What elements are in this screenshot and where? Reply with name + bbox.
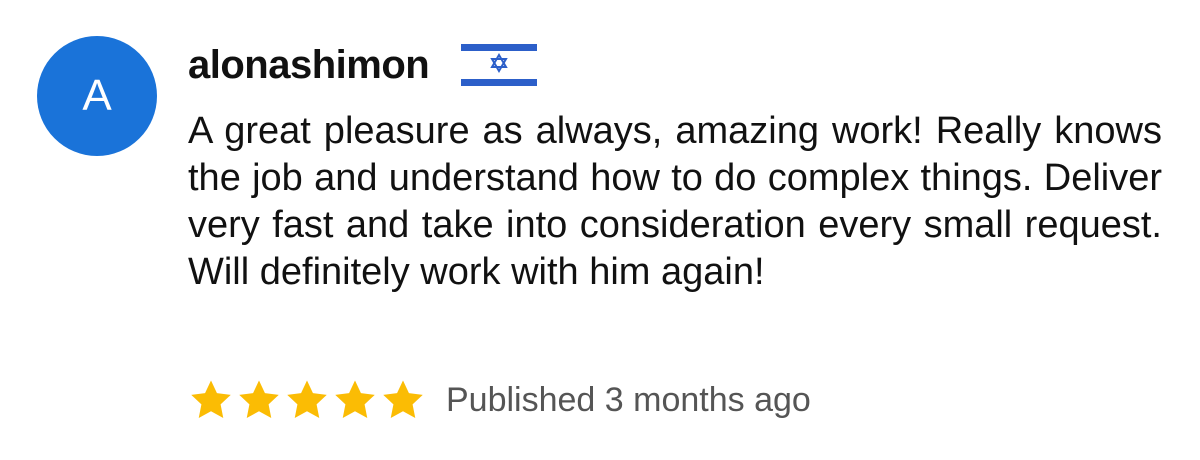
review-footer: Published 3 months ago: [188, 376, 811, 424]
avatar[interactable]: A: [37, 36, 157, 156]
star-icon: [191, 380, 231, 419]
israel-flag-icon: [461, 42, 538, 88]
star-icon: [383, 380, 423, 419]
star-icon: [287, 380, 327, 419]
published-date: Published 3 months ago: [446, 380, 811, 419]
star-icon: [239, 380, 279, 419]
review-card: A alonashimon A great pleasure as always…: [0, 0, 1200, 460]
reviewer-name[interactable]: alonashimon: [188, 43, 430, 88]
star-icon: [335, 380, 375, 419]
avatar-letter: A: [82, 71, 112, 120]
review-header: alonashimon: [188, 40, 538, 90]
review-text: A great pleasure as always, amazing work…: [188, 110, 1162, 293]
star-rating: [188, 377, 428, 423]
